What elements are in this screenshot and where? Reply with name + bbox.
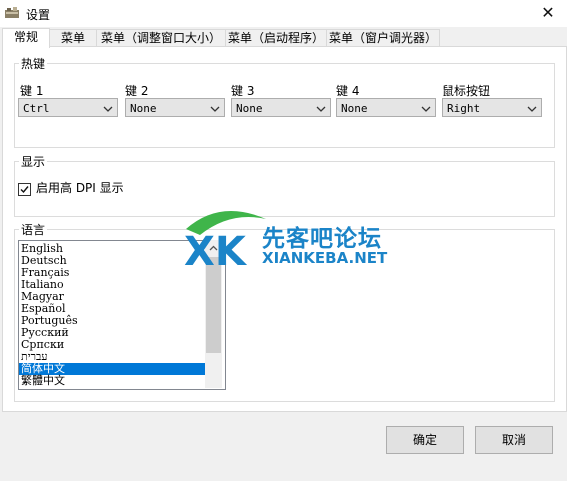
tab-menu-launch[interactable]: 菜单（启动程序） bbox=[225, 29, 327, 47]
key2-value: None bbox=[130, 102, 157, 115]
mouse-button-select[interactable]: Right bbox=[442, 98, 542, 117]
language-scrollbar[interactable] bbox=[205, 240, 222, 388]
key3-value: None bbox=[236, 102, 263, 115]
dpi-checkbox-label[interactable]: 启用高 DPI 显示 bbox=[36, 179, 124, 196]
tab-general[interactable]: 常规 bbox=[2, 28, 50, 48]
key1-value: Ctrl bbox=[23, 102, 50, 115]
key2-select[interactable]: None bbox=[125, 98, 225, 117]
close-button[interactable]: ✕ bbox=[529, 0, 567, 27]
checkmark-icon bbox=[20, 186, 29, 194]
tab-menu-resize[interactable]: 菜单（调整窗口大小） bbox=[96, 29, 226, 47]
mouse-button-value: Right bbox=[447, 102, 481, 115]
app-icon bbox=[4, 6, 20, 20]
chevron-down-icon bbox=[526, 99, 538, 118]
chevron-down-icon bbox=[315, 99, 327, 118]
display-title: 显示 bbox=[19, 153, 48, 170]
key1-label: 键 1 bbox=[20, 84, 44, 98]
chevron-down-icon bbox=[102, 99, 114, 118]
key2-label: 键 2 bbox=[125, 84, 149, 98]
ok-button[interactable]: 确定 bbox=[386, 426, 464, 454]
key4-select[interactable]: None bbox=[336, 98, 436, 117]
window-title: 设置 bbox=[26, 8, 51, 22]
tab-menu[interactable]: 菜单 bbox=[49, 29, 97, 47]
list-item[interactable]: 繁體中文 bbox=[21, 375, 65, 387]
scroll-up-icon[interactable] bbox=[205, 240, 222, 257]
key3-select[interactable]: None bbox=[231, 98, 331, 117]
key4-value: None bbox=[341, 102, 368, 115]
dpi-checkbox[interactable] bbox=[18, 183, 31, 196]
hotkeys-title: 热键 bbox=[19, 55, 48, 72]
chevron-down-icon bbox=[420, 99, 432, 118]
cancel-button[interactable]: 取消 bbox=[475, 426, 553, 454]
language-title: 语言 bbox=[19, 221, 48, 238]
chevron-down-icon bbox=[209, 99, 221, 118]
scroll-thumb[interactable] bbox=[206, 257, 221, 353]
key1-select[interactable]: Ctrl bbox=[18, 98, 118, 117]
key4-label: 键 4 bbox=[336, 84, 360, 98]
title-bar: 设置 ✕ bbox=[0, 0, 567, 27]
mouse-button-label: 鼠标按钮 bbox=[442, 84, 491, 98]
language-listbox[interactable]: English Deutsch Français Italiano Magyar… bbox=[18, 240, 226, 390]
tab-menu-dimmer[interactable]: 菜单（窗户调光器） bbox=[326, 29, 440, 47]
key3-label: 键 3 bbox=[231, 84, 255, 98]
